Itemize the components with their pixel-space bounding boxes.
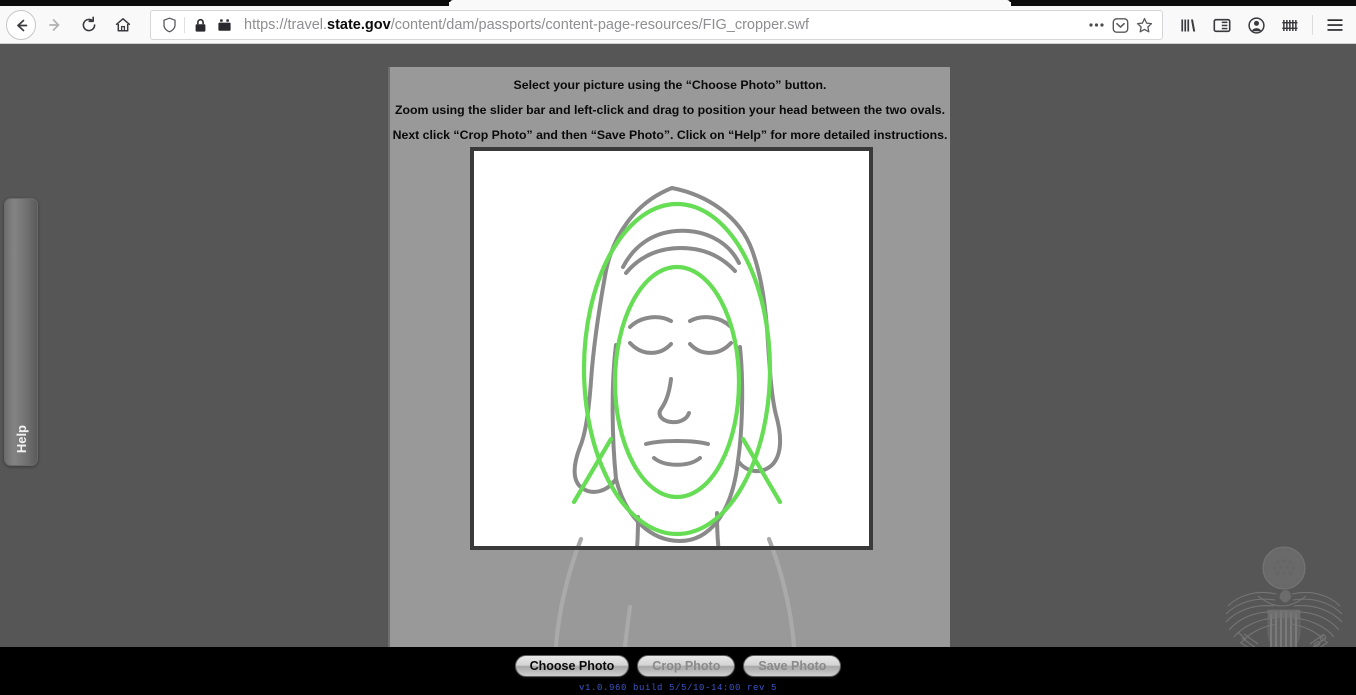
home-icon [114,16,132,34]
url-prefix: https://travel. [244,17,328,33]
choose-photo-button[interactable]: Choose Photo [514,655,630,677]
cropper-panel: Select your picture using the “Choose Ph… [390,67,950,647]
shield-icon[interactable] [157,14,181,36]
urlbar-separator [184,17,185,33]
url-path: /content/dam/passports/content-page-reso… [390,17,809,33]
instruction-line-3: Next click “Crop Photo” and then “Save P… [392,128,948,142]
help-tab-label: Help [14,424,29,453]
instruction-line-2: Zoom using the slider bar and left-click… [394,103,945,117]
plugin-icon[interactable] [212,14,236,36]
sidebars-icon[interactable] [1205,8,1239,42]
plugin-button-row: Choose Photo Crop Photo Save Photo [0,655,1356,677]
address-bar[interactable]: https://travel.state.gov/content/dam/pas… [150,10,1163,40]
pocket-icon[interactable] [1108,14,1132,36]
back-icon [6,10,36,40]
help-tab[interactable]: Help [4,198,38,466]
version-text: v1.0.960 build 5/5/10-14:00 rev 5 [578,683,778,693]
plugin-bottom-bar: Choose Photo Crop Photo Save Photo v1.0.… [0,647,1356,695]
flash-plugin-page: Help Select your picture using the “Choo… [0,44,1356,695]
reload-button[interactable] [72,8,106,42]
containers-icon[interactable] [1273,8,1307,42]
portrait-line-drawing [474,151,869,647]
url-domain: state.gov [327,17,391,33]
library-icon[interactable] [1171,8,1205,42]
toolbar-divider [1312,15,1313,35]
home-button[interactable] [106,8,140,42]
back-button[interactable] [4,8,38,42]
forward-button[interactable] [38,8,72,42]
url-text[interactable]: https://travel.state.gov/content/dam/pas… [236,11,1084,39]
reload-icon [80,16,98,34]
instruction-line-1: Select your picture using the “Choose Ph… [513,78,827,92]
page-actions-icon[interactable] [1084,14,1108,36]
urlbar-container: https://travel.state.gov/content/dam/pas… [150,10,1163,40]
hamburger-menu-icon[interactable] [1318,8,1352,42]
save-photo-button[interactable]: Save Photo [743,655,842,677]
forward-icon [46,16,64,34]
browser-chrome: https://travel.state.gov/content/dam/pas… [0,0,1356,44]
toolbar-right-icons [1171,8,1356,42]
photo-canvas[interactable] [390,147,950,647]
account-icon[interactable] [1239,8,1273,42]
crop-photo-button[interactable]: Crop Photo [637,655,736,677]
bookmark-star-icon[interactable] [1132,14,1156,36]
navigation-toolbar: https://travel.state.gov/content/dam/pas… [0,6,1356,44]
lock-icon[interactable] [188,14,212,36]
